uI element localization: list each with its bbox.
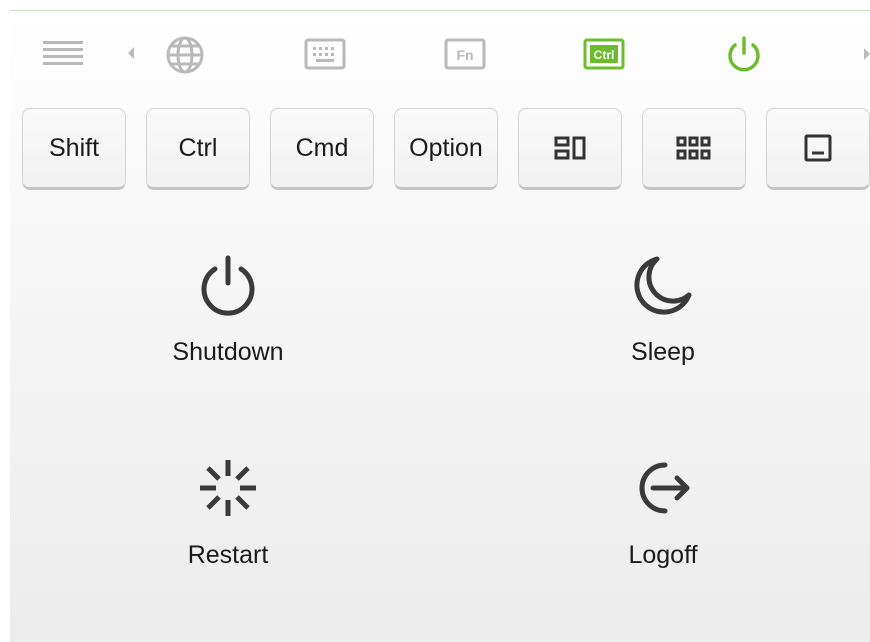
option-key[interactable]: Option	[394, 108, 498, 190]
cmd-key[interactable]: Cmd	[270, 108, 374, 190]
logoff-label: Logoff	[628, 541, 698, 569]
shutdown-icon	[201, 255, 255, 316]
window-layout-icon	[554, 136, 586, 160]
top-divider	[10, 10, 870, 11]
sleep-label: Sleep	[631, 338, 695, 366]
grid-key[interactable]	[642, 108, 746, 190]
shift-key-label: Shift	[48, 133, 100, 162]
ctrl-label: Ctrl	[594, 48, 615, 62]
logoff-icon	[639, 462, 690, 514]
restart-spinner-icon	[200, 460, 256, 516]
restart-label: Restart	[187, 541, 269, 569]
moon-icon	[634, 256, 692, 315]
logoff-option[interactable]: Logoff	[533, 453, 793, 570]
ctrl-key-label: Ctrl	[178, 133, 218, 162]
ctrl-key[interactable]: Ctrl	[146, 108, 250, 190]
minimize-window-icon	[804, 134, 832, 162]
globe-icon[interactable]	[164, 34, 206, 76]
option-key-label: Option	[409, 133, 483, 162]
restart-option[interactable]: Restart	[98, 453, 358, 570]
menu-icon[interactable]	[40, 36, 86, 70]
ctrl-icon[interactable]: Ctrl	[583, 37, 625, 71]
chevron-left-icon[interactable]	[124, 44, 138, 62]
chevron-right-icon[interactable]	[862, 46, 870, 62]
fn-icon[interactable]: Fn	[444, 37, 486, 71]
grid-icon	[676, 136, 711, 160]
shutdown-option[interactable]: Shutdown	[98, 250, 358, 367]
remote-keyboard-panel: Fn Ctrl Shift Ctrl Cmd Option Shutdown S…	[10, 10, 870, 642]
shift-key[interactable]: Shift	[22, 108, 126, 190]
shutdown-label: Shutdown	[172, 338, 284, 366]
power-icon[interactable]	[723, 34, 765, 76]
window-layout-key[interactable]	[518, 108, 622, 190]
cmd-key-label: Cmd	[295, 133, 349, 162]
keyboard-icon[interactable]	[304, 37, 346, 71]
fn-label: Fn	[456, 47, 473, 63]
minimize-window-key[interactable]	[766, 108, 870, 190]
sleep-option[interactable]: Sleep	[533, 250, 793, 367]
